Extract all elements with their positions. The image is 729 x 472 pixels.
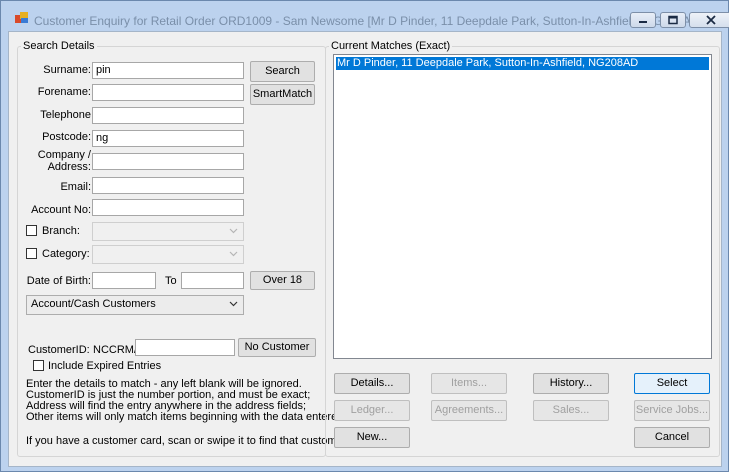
customer-id-input[interactable] <box>135 339 235 356</box>
no-customer-button[interactable]: No Customer <box>238 338 316 357</box>
minimize-icon <box>639 21 647 23</box>
search-button[interactable]: Search <box>250 61 315 82</box>
company-label-line2: Address: <box>47 161 91 173</box>
forename-label: Forename: <box>37 86 91 98</box>
branch-checkbox[interactable] <box>26 225 37 236</box>
search-details-group: Search Details Surname: pin Forename: Te… <box>17 40 346 457</box>
close-icon <box>706 15 716 25</box>
customer-id-label: CustomerID: <box>28 344 90 356</box>
telephone-input[interactable] <box>92 107 244 124</box>
company-address-input[interactable] <box>92 153 244 170</box>
include-expired-checkbox[interactable] <box>33 360 44 371</box>
cancel-button[interactable]: Cancel <box>634 427 710 448</box>
customer-type-select[interactable]: Account/Cash Customers <box>26 295 244 315</box>
current-matches-group: Current Matches (Exact) Mr D Pinder, 11 … <box>325 40 720 457</box>
branch-label: Branch: <box>42 225 80 237</box>
details-button[interactable]: Details... <box>334 373 410 394</box>
customer-type-value: Account/Cash Customers <box>31 298 156 310</box>
card-hint: If you have a customer card, scan or swi… <box>26 435 347 447</box>
chevron-down-icon <box>229 251 238 257</box>
email-input[interactable] <box>92 177 244 194</box>
agreements-button[interactable]: Agreements... <box>431 400 507 421</box>
company-label-line1: Company / <box>37 149 91 161</box>
select-button[interactable]: Select <box>634 373 710 394</box>
over-18-button[interactable]: Over 18 <box>250 271 315 290</box>
items-button[interactable]: Items... <box>431 373 507 394</box>
smartmatch-button[interactable]: SmartMatch <box>250 84 315 105</box>
customer-enquiry-window: Customer Enquiry for Retail Order ORD100… <box>0 0 729 472</box>
search-details-title: Search Details <box>21 40 97 52</box>
dob-from-input[interactable] <box>92 272 156 289</box>
category-checkbox[interactable] <box>26 248 37 259</box>
current-matches-title: Current Matches (Exact) <box>329 40 453 52</box>
close-button[interactable] <box>689 12 729 28</box>
list-item[interactable]: Mr D Pinder, 11 Deepdale Park, Sutton-In… <box>336 57 709 70</box>
new-button[interactable]: New... <box>334 427 410 448</box>
dialog-client-area: Search Details Surname: pin Forename: Te… <box>8 31 722 467</box>
service-jobs-button[interactable]: Service Jobs... <box>634 400 710 421</box>
history-button[interactable]: History... <box>533 373 609 394</box>
customer-id-prefix: NCCRM/ <box>93 344 137 356</box>
ledger-button[interactable]: Ledger... <box>334 400 410 421</box>
title-bar[interactable]: Customer Enquiry for Retail Order ORD100… <box>1 1 729 31</box>
surname-label: Surname: <box>43 64 91 76</box>
forename-input[interactable] <box>92 84 244 101</box>
minimize-button[interactable] <box>630 12 656 28</box>
maximize-button[interactable] <box>660 12 686 28</box>
category-label: Category: <box>42 248 90 260</box>
chevron-down-icon <box>229 301 238 307</box>
category-select[interactable] <box>92 245 244 264</box>
dob-label: Date of Birth: <box>26 275 91 287</box>
chevron-down-icon <box>229 228 238 234</box>
account-no-input[interactable] <box>92 199 244 216</box>
include-expired-label: Include Expired Entries <box>48 360 162 372</box>
help-line-4: Other items will only match items beginn… <box>26 411 347 423</box>
dob-to-input[interactable] <box>181 272 244 289</box>
maximize-icon <box>668 15 678 25</box>
telephone-label: Telephone <box>40 109 91 121</box>
email-label: Email: <box>60 181 91 193</box>
account-no-label: Account No: <box>31 204 91 216</box>
branch-select[interactable] <box>92 222 244 241</box>
postcode-input[interactable]: ng <box>92 130 244 147</box>
sales-button[interactable]: Sales... <box>533 400 609 421</box>
window-title: Customer Enquiry for Retail Order ORD100… <box>34 14 703 28</box>
matches-listbox[interactable]: Mr D Pinder, 11 Deepdale Park, Sutton-In… <box>333 54 712 359</box>
dob-to-label: To <box>165 275 177 287</box>
app-icon <box>15 12 28 23</box>
surname-input[interactable]: pin <box>92 62 244 79</box>
postcode-label: Postcode: <box>42 131 91 143</box>
